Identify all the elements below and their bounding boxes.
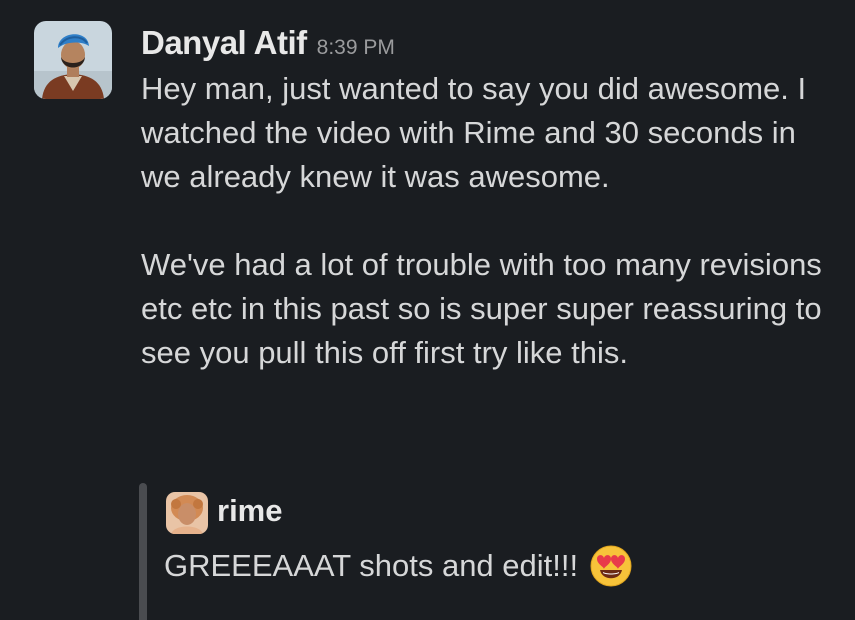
message-paragraph: We've had a lot of trouble with too many… — [141, 247, 822, 370]
chat-message: Danyal Atif 8:39 PM Hey man, just wanted… — [0, 0, 855, 620]
author-avatar[interactable] — [34, 21, 112, 99]
quote-author-avatar — [166, 492, 208, 534]
quoted-message[interactable]: rime GREEEAAAT shots and edit!!! — [139, 483, 739, 620]
message-body: Hey man, just wanted to say you did awes… — [141, 67, 841, 375]
message-paragraph: Hey man, just wanted to say you did awes… — [141, 71, 807, 194]
quote-bar — [139, 483, 147, 620]
message-timestamp[interactable]: 8:39 PM — [317, 36, 395, 60]
quote-text: GREEEAAAT shots and edit!!! — [164, 548, 579, 583]
heart-eyes-emoji-icon — [590, 545, 632, 587]
quote-text-row: GREEEAAAT shots and edit!!! — [164, 545, 632, 587]
author-name[interactable]: Danyal Atif — [141, 24, 307, 62]
quote-author-name[interactable]: rime — [217, 493, 282, 529]
message-header: Danyal Atif 8:39 PM — [141, 24, 395, 64]
